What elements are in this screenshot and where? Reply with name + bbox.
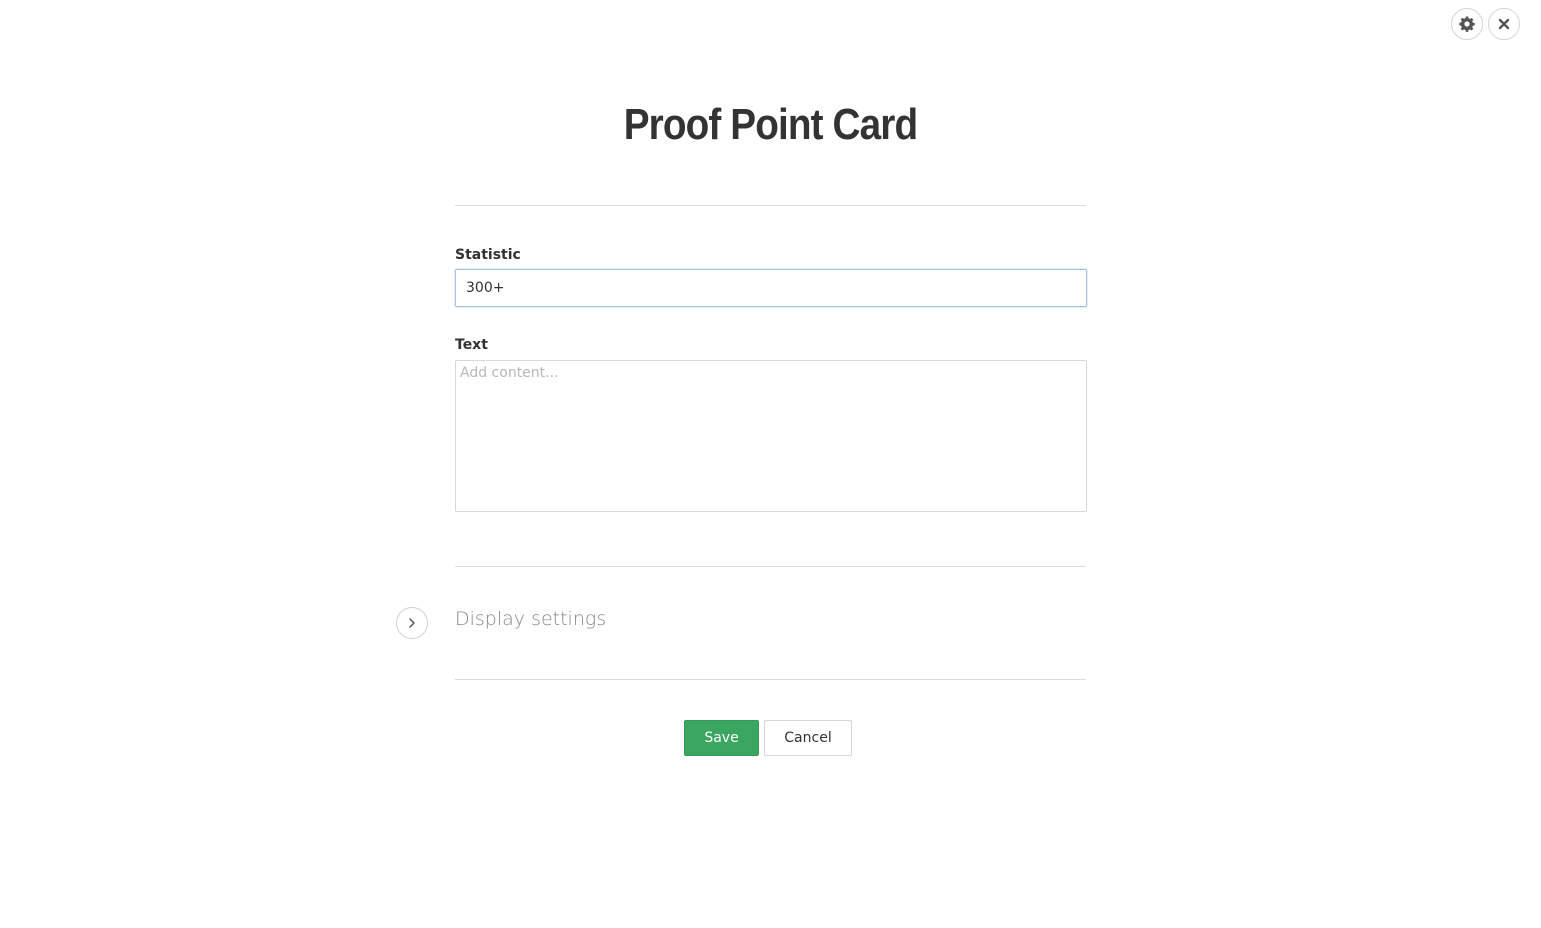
divider <box>455 566 1086 567</box>
gear-icon <box>1459 16 1475 32</box>
settings-button[interactable] <box>1451 8 1483 40</box>
divider <box>455 679 1086 680</box>
cancel-button[interactable]: Cancel <box>764 720 852 756</box>
close-icon <box>1498 18 1510 30</box>
statistic-input[interactable] <box>455 269 1087 307</box>
chevron-right-icon <box>407 614 417 633</box>
display-settings-title[interactable]: Display settings <box>455 608 606 630</box>
text-label: Text <box>455 337 488 353</box>
proof-point-card-editor: Proof Point Card Statistic Text Display … <box>0 0 1541 928</box>
page-title: Proof Point Card <box>623 100 918 149</box>
text-area[interactable] <box>455 360 1087 512</box>
statistic-label: Statistic <box>455 247 521 263</box>
divider <box>455 205 1086 206</box>
close-button[interactable] <box>1488 8 1520 40</box>
display-settings-toggle[interactable] <box>396 607 428 639</box>
save-button[interactable]: Save <box>684 720 759 756</box>
